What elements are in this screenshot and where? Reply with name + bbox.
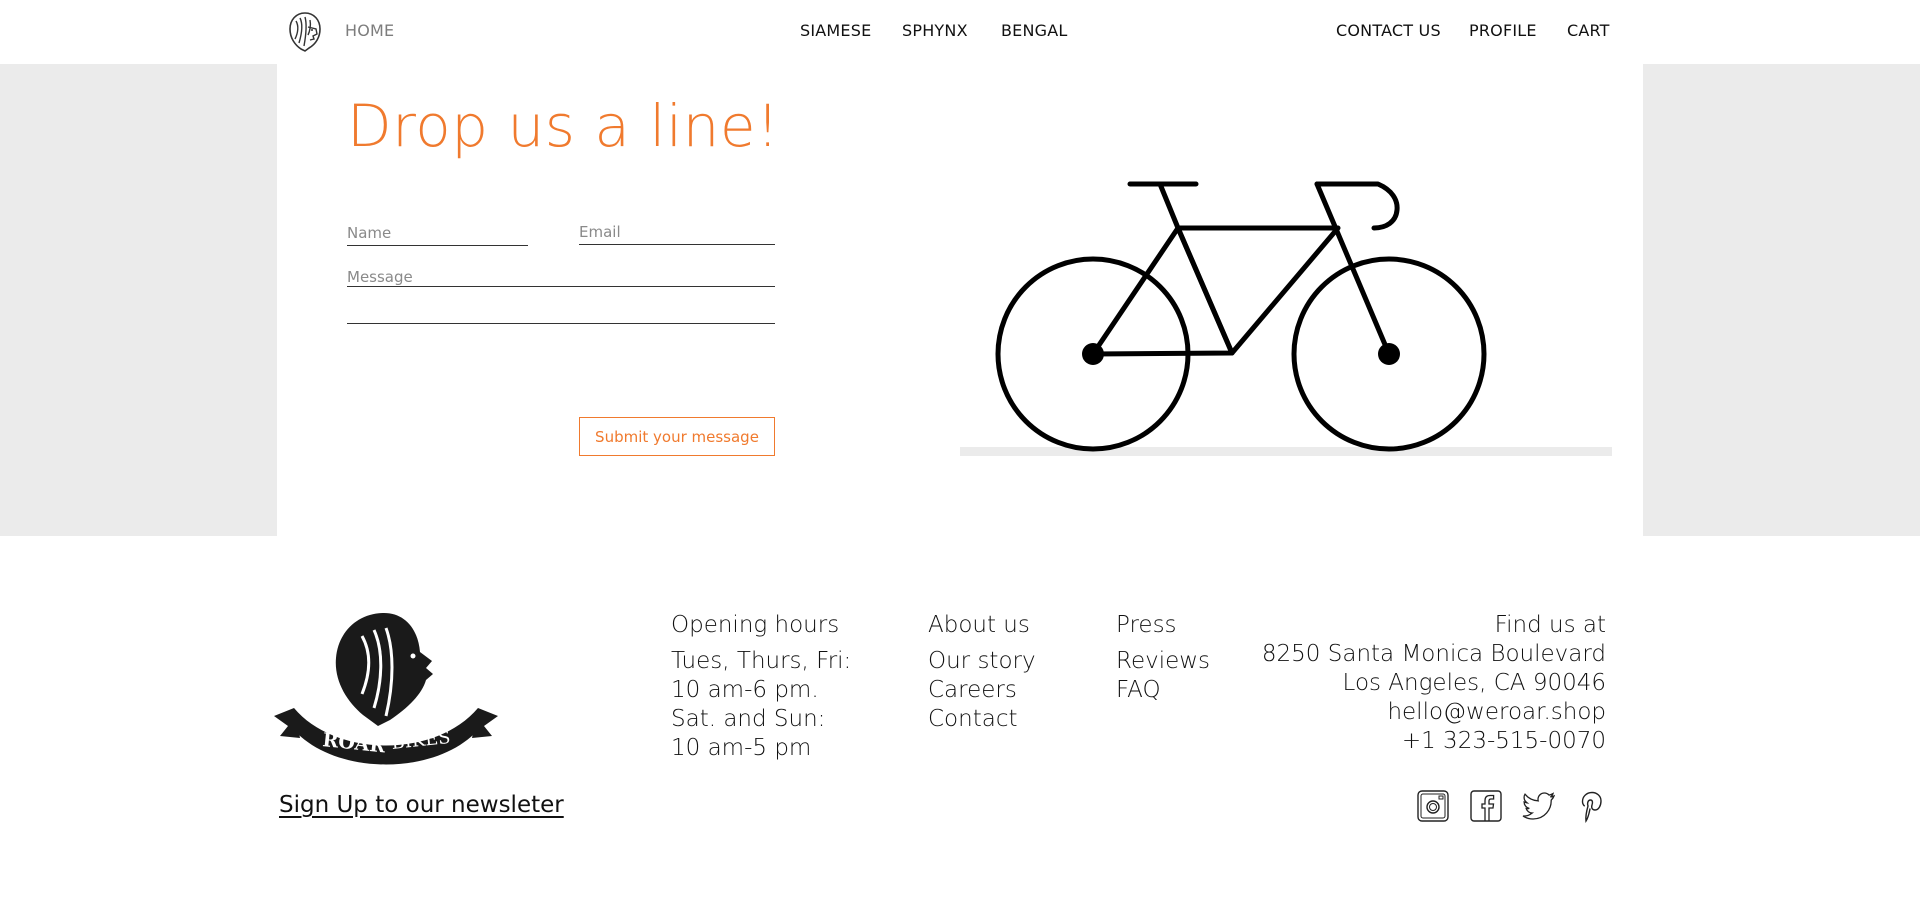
contact-link[interactable]: Contact	[928, 705, 1036, 734]
reviews-link[interactable]: Reviews	[1116, 647, 1210, 676]
lion-logo-icon[interactable]	[286, 11, 324, 53]
bicycle-illustration-icon	[960, 181, 1612, 456]
nav-contact-us[interactable]: CONTACT US	[1336, 21, 1441, 40]
about-column: About us Our story Careers Contact	[928, 611, 1036, 734]
find-us-title: Find us at	[1494, 612, 1606, 638]
nav-cart[interactable]: CART	[1567, 21, 1610, 40]
nav-bengal[interactable]: BENGAL	[1001, 21, 1068, 40]
ground-line	[960, 447, 1612, 456]
facebook-icon[interactable]	[1469, 789, 1503, 823]
nav-profile[interactable]: PROFILE	[1469, 21, 1537, 40]
twitter-icon[interactable]	[1522, 789, 1556, 823]
press-column: Press Reviews FAQ	[1116, 611, 1210, 705]
hours-line: Tues, Thurs, Fri:	[671, 648, 852, 674]
nav-sphynx[interactable]: SPHYNX	[902, 21, 968, 40]
hours-line: 10 am-5 pm	[671, 735, 812, 761]
nav-home[interactable]: HOME	[345, 21, 394, 40]
instagram-icon[interactable]	[1416, 789, 1450, 823]
contact-heading: Drop us a line!	[347, 92, 780, 160]
nav-siamese[interactable]: SIAMESE	[800, 21, 871, 40]
faq-link[interactable]: FAQ	[1116, 676, 1210, 705]
email-link[interactable]: hello@weroar.shop	[1262, 698, 1606, 727]
city-line: Los Angeles, CA 90046	[1342, 670, 1606, 696]
opening-hours-title: Opening hours	[671, 612, 840, 638]
submit-message-button[interactable]: Submit your message	[579, 417, 775, 456]
about-us-link[interactable]: About us	[928, 611, 1036, 640]
opening-hours-column: Opening hours Tues, Thurs, Fri: 10 am-6 …	[671, 611, 851, 763]
phone-link[interactable]: +1 323-515-0070	[1262, 727, 1606, 756]
hours-line: Sat. and Sun:	[671, 706, 826, 732]
address-line: 8250 Santa Monica Boulevard	[1261, 641, 1606, 667]
email-field[interactable]	[579, 221, 775, 245]
newsletter-signup-link[interactable]: Sign Up to our newsleter	[279, 792, 564, 818]
pinterest-icon[interactable]	[1575, 789, 1609, 823]
our-story-link[interactable]: Our story	[928, 647, 1036, 676]
press-link[interactable]: Press	[1116, 611, 1210, 640]
message-field[interactable]	[347, 266, 775, 324]
hours-line: 10 am-6 pm.	[671, 677, 819, 703]
roar-bikes-logo-icon[interactable]: ROAR BIKES	[266, 608, 506, 768]
site-header: HOME SIAMESE SPHYNX BENGAL CONTACT US PR…	[0, 0, 1920, 64]
name-field[interactable]	[347, 222, 528, 246]
find-us-column: Find us at 8250 Santa Monica Boulevard L…	[1262, 611, 1606, 756]
careers-link[interactable]: Careers	[928, 676, 1036, 705]
